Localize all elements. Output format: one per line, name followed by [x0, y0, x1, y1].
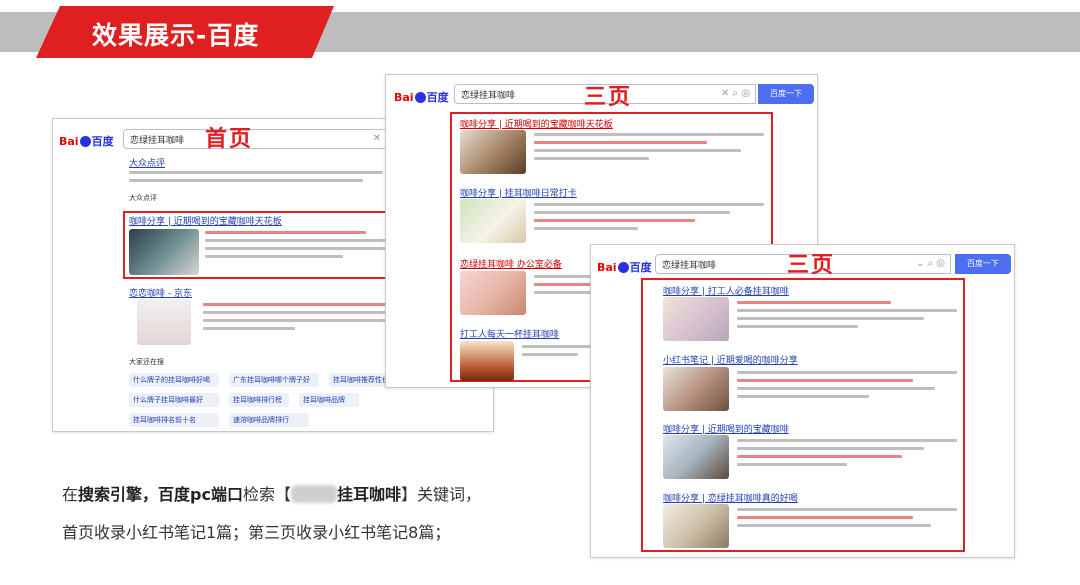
- baidu-logo: Bai 百度: [59, 135, 114, 148]
- result-thumbnail: [460, 199, 526, 243]
- result-snippet: [129, 171, 383, 187]
- related-search[interactable]: 挂耳咖啡品牌: [299, 393, 359, 407]
- baidu-logo: Bai 百度: [394, 91, 449, 104]
- result-thumbnail: [137, 299, 191, 345]
- result-thumbnail: [663, 297, 729, 341]
- result-title[interactable]: 咖啡分享 | 近期喝到的宝藏咖啡天花板: [460, 117, 680, 130]
- page-label-third: 三页: [584, 85, 633, 110]
- result-thumbnail: [460, 341, 514, 381]
- result-source: 大众点评: [129, 194, 157, 202]
- result-thumbnail: [129, 229, 199, 275]
- result-thumbnail: [663, 504, 729, 548]
- result-snippet: [737, 371, 957, 403]
- result-snippet: [522, 345, 592, 361]
- caption-line-1: 在搜索引擎，百度pc端口检索【 挂耳咖啡】关键词，: [62, 485, 482, 504]
- screenshot-third-page-b: Bai 百度 恋绿挂耳咖啡 ⌄ ⌕ ◎ 百度一下 三页 咖啡分享 | 打工人必备挂耳…: [590, 244, 1015, 558]
- caption-line-2: 首页收录小红书笔记1篇；第三页收录小红书笔记8篇；: [62, 523, 451, 542]
- result-title[interactable]: 咖啡分享 | 恋绿挂耳咖啡真的好喝: [663, 491, 863, 504]
- clear-icon[interactable]: ✕ ⌕ ◎: [721, 88, 750, 99]
- paw-icon: [79, 136, 91, 147]
- result-snippet: [534, 133, 764, 165]
- page-label-third: 三页: [787, 253, 836, 278]
- search-button[interactable]: 百度一下: [955, 254, 1011, 274]
- paw-icon: [414, 92, 426, 103]
- result-thumbnail: [663, 435, 729, 479]
- related-search[interactable]: 什么牌子的挂耳咖啡好喝: [129, 373, 219, 387]
- result-title[interactable]: 咖啡分享 | 挂耳咖啡日常打卡: [460, 186, 680, 199]
- result-thumbnail: [460, 271, 526, 315]
- related-search[interactable]: 速溶咖啡品牌排行: [229, 413, 309, 427]
- result-title[interactable]: 咖啡分享 | 近期喝到的宝藏咖啡: [663, 422, 843, 435]
- result-title[interactable]: 小红书笔记 | 近期爱喝的咖啡分享: [663, 353, 823, 366]
- related-search[interactable]: 挂耳咖啡排行榜: [229, 393, 289, 407]
- related-heading: 大家还在搜: [129, 358, 164, 366]
- result-snippet: [534, 203, 764, 235]
- related-search[interactable]: 什么牌子挂耳咖啡最好: [129, 393, 219, 407]
- related-search[interactable]: 挂耳咖啡排名前十名: [129, 413, 219, 427]
- baidu-logo: Bai 百度: [597, 261, 652, 274]
- clear-icon[interactable]: ⌄ ⌕ ◎: [916, 258, 945, 269]
- result-title[interactable]: 大众点评: [129, 156, 329, 169]
- page-label-first: 首页: [205, 127, 254, 152]
- clear-icon[interactable]: ✕: [373, 133, 381, 144]
- related-search[interactable]: 广东挂耳咖啡哪个牌子好: [229, 373, 319, 387]
- redacted-brand: [290, 485, 337, 503]
- search-input[interactable]: 恋绿挂耳咖啡 ✕: [123, 129, 387, 149]
- result-thumbnail: [663, 367, 729, 411]
- result-title[interactable]: 咖啡分享 | 打工人必备挂耳咖啡: [663, 284, 853, 297]
- search-button[interactable]: 百度一下: [758, 84, 814, 104]
- result-title[interactable]: 咖啡分享 | 近期喝到的宝藏咖啡天花板: [129, 214, 349, 227]
- result-snippet: [737, 301, 957, 333]
- result-title[interactable]: 恋恋咖啡 - 京东: [129, 286, 279, 299]
- page-title: 效果展示-百度: [92, 21, 260, 50]
- result-snippet: [737, 439, 957, 471]
- result-thumbnail: [460, 130, 526, 174]
- paw-icon: [617, 262, 629, 273]
- result-snippet: [737, 508, 957, 532]
